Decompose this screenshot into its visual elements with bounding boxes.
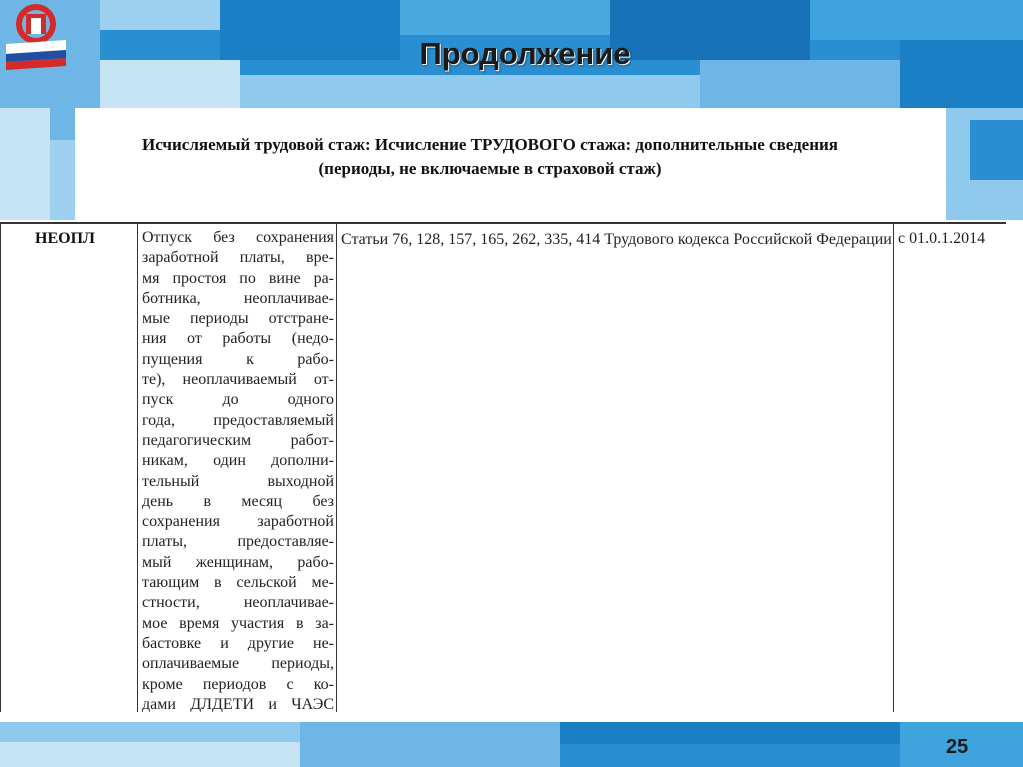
table-cell-law: Статьи 76, 128, 157, 165, 262, 335, 414 … xyxy=(337,224,894,712)
footer-tile xyxy=(300,722,560,767)
subtitle-line-2: (периоды, не включаемые в страховой стаж… xyxy=(318,159,662,178)
description-line: платы, предоставляе- xyxy=(142,533,334,551)
description-line: мые периоды отстране- xyxy=(142,310,334,328)
description-line: оплачиваемые периоды, xyxy=(142,655,334,673)
description-line: сохранения заработной xyxy=(142,513,334,531)
description-line: те), неоплачиваемый от- xyxy=(142,371,334,389)
description-line: день в месяц без xyxy=(142,492,334,510)
banner-tile xyxy=(240,75,700,108)
description-line: Отпуск без сохранения xyxy=(142,229,334,246)
table-cell-description: Отпуск без сохранения заработной платы, в… xyxy=(137,224,337,712)
description-line: дами ДЛДЕТИ и ЧАЭС xyxy=(142,695,334,712)
effective-date: с 01.0.1.2014 xyxy=(898,230,986,247)
banner-tile xyxy=(100,60,240,108)
pfr-logo-icon xyxy=(4,4,68,70)
periods-table: НЕОПЛ Отпуск без сохранения заработной пл… xyxy=(0,222,1006,712)
slide-title: Продолжение xyxy=(419,36,631,71)
description-line: пуск до одного xyxy=(142,391,334,409)
description-line: никам, один дополни- xyxy=(142,452,334,470)
description-line: тающим в сельской ме- xyxy=(142,574,334,592)
description-line: стности, неоплачивае- xyxy=(142,594,334,612)
law-reference: Статьи 76, 128, 157, 165, 262, 335, 414 … xyxy=(341,231,892,248)
footer-tile xyxy=(560,722,900,744)
description-line: ния от работы (недо- xyxy=(142,330,334,348)
table-cell-code: НЕОПЛ xyxy=(0,224,138,712)
slide-subtitle: Исчисляемый трудовой стаж: Исчисление ТР… xyxy=(40,133,940,181)
description-line: мый женщинам, рабо- xyxy=(142,553,334,571)
description-line: кроме периодов с ко- xyxy=(142,675,334,693)
description-line: тельный выходной xyxy=(142,472,334,490)
description-line: заработной платы, вре- xyxy=(142,249,334,267)
banner-tile xyxy=(970,120,1023,180)
page-number: 25 xyxy=(946,736,969,758)
banner-tile xyxy=(810,0,1023,40)
description-line: ботника, неоплачивае- xyxy=(142,289,334,307)
banner-tile xyxy=(900,40,1023,108)
description-line: педагогическим работ- xyxy=(142,431,334,449)
description-line: бастовке и другие не- xyxy=(142,634,334,652)
table-cell-date: с 01.0.1.2014 xyxy=(894,224,1005,712)
description-line: года, предоставляемый xyxy=(142,411,334,429)
subtitle-line-1: Исчисляемый трудовой стаж: Исчисление ТР… xyxy=(141,135,838,154)
description-line: мя простоя по вине ра- xyxy=(142,269,334,287)
banner-tile xyxy=(100,0,220,30)
banner-tile xyxy=(400,0,610,35)
footer-tile xyxy=(0,722,300,742)
description-line: мое время участия в за- xyxy=(142,614,334,632)
period-code: НЕОПЛ xyxy=(35,230,95,247)
footer-banner xyxy=(0,722,1023,767)
description-line: пущения к рабо- xyxy=(142,350,334,368)
footer-tile xyxy=(0,742,300,767)
period-description: Отпуск без сохранения заработной платы, в… xyxy=(142,228,334,712)
